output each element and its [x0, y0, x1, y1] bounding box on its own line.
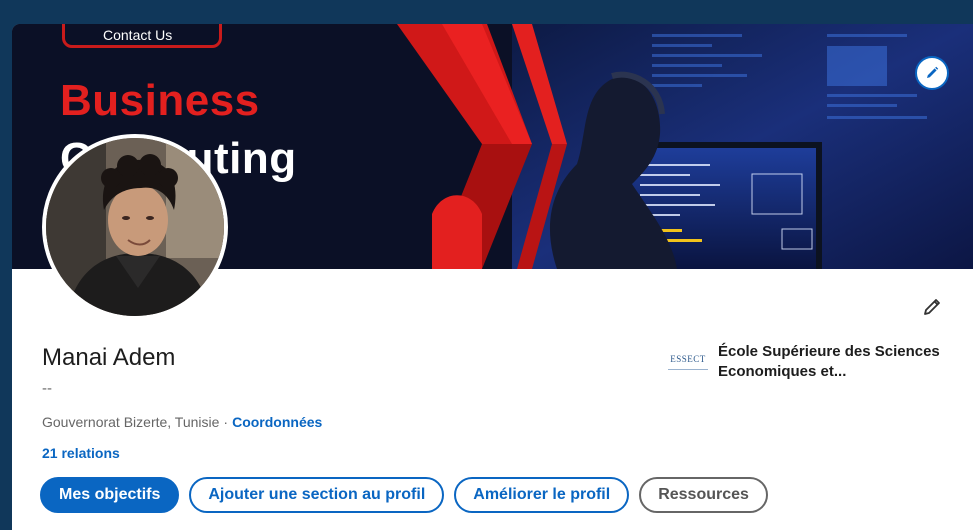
profile-card: Contact Us Business Computing [12, 24, 973, 530]
edit-banner-button[interactable] [915, 56, 949, 90]
pencil-icon [927, 66, 939, 78]
profile-actions: Mes objectifs Ajouter une section au pro… [40, 477, 768, 513]
edit-intro-button[interactable] [917, 292, 947, 322]
education-entry[interactable]: ESSECT École Supérieure des Sciences Eco… [668, 342, 958, 382]
avatar-photo [46, 138, 224, 316]
profile-location: Gouvernorat Bizerte, Tunisie [42, 414, 220, 430]
pencil-icon [924, 299, 940, 315]
resources-button[interactable]: Ressources [639, 477, 768, 513]
add-profile-section-button[interactable]: Ajouter une section au profil [189, 477, 445, 513]
contact-info-link[interactable]: Coordonnées [232, 414, 322, 430]
banner-contact-pill: Contact Us [62, 24, 222, 48]
connections-link[interactable]: 21 relations [42, 445, 120, 461]
location-row: Gouvernorat Bizerte, Tunisie · Coordonnées [42, 414, 322, 430]
banner-title-line1: Business [60, 76, 260, 125]
profile-name: Manai Adem [42, 344, 176, 371]
profile-avatar[interactable] [42, 134, 228, 320]
improve-profile-button[interactable]: Améliorer le profil [454, 477, 630, 513]
profile-headline: -- [42, 380, 52, 397]
school-name: École Supérieure des Sciences Economique… [718, 343, 940, 380]
school-logo: ESSECT [668, 348, 708, 370]
location-separator: · [223, 414, 229, 430]
goals-button[interactable]: Mes objectifs [40, 477, 180, 513]
